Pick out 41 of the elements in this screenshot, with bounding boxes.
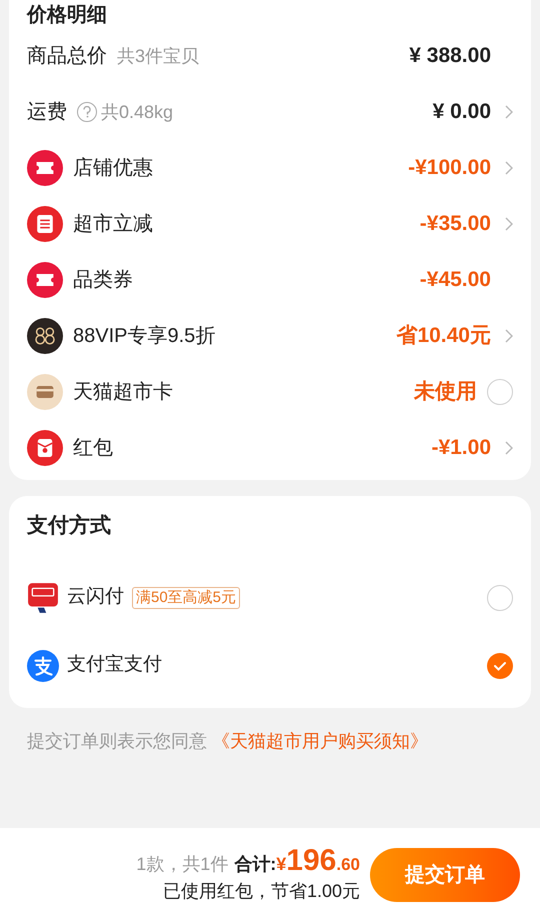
row-label: 天猫超市卡 xyxy=(73,380,173,405)
amount: -¥100.00 xyxy=(408,155,491,182)
amount: -¥35.00 xyxy=(420,211,491,238)
payment-method-name: 云闪付 xyxy=(67,585,124,610)
radio-button[interactable] xyxy=(487,584,513,610)
section-title: 支付方式 xyxy=(27,512,112,539)
card-icon xyxy=(27,374,63,410)
row-note: 共0.48kg xyxy=(101,100,174,124)
promo-tag: 满50至高减5元 xyxy=(132,586,240,608)
row-label: 88VIP专享9.5折 xyxy=(73,324,216,349)
radio-button[interactable] xyxy=(487,652,513,678)
row-label: 运费 xyxy=(27,100,67,125)
row-label: 品类券 xyxy=(73,268,133,293)
ticket-icon xyxy=(27,262,63,298)
envelope-icon xyxy=(27,430,63,466)
payment-method-name: 支付宝支付 xyxy=(67,653,162,678)
agreement-text: 提交订单则表示您同意 《天猫超市用户购买须知》 xyxy=(27,730,430,752)
vip-badge-icon xyxy=(27,318,63,354)
radio-button[interactable] xyxy=(487,379,513,405)
help-icon[interactable] xyxy=(77,102,97,122)
amount: -¥45.00 xyxy=(420,267,491,294)
amount: -¥1.00 xyxy=(431,435,491,462)
amount: 省10.40元 xyxy=(396,323,491,350)
alipay-icon xyxy=(27,650,59,682)
amount: ¥ 388.00 xyxy=(409,43,491,70)
amount: 未使用 xyxy=(414,379,477,406)
item-count: 1款，共1件 xyxy=(136,852,228,876)
payment-app-icon xyxy=(27,582,59,614)
coupon-icon xyxy=(27,206,63,242)
total-price: 合计:¥196.60 xyxy=(234,844,360,878)
row-note: 共3件宝贝 xyxy=(117,44,200,68)
amount: ¥ 0.00 xyxy=(432,99,491,126)
ticket-icon xyxy=(27,150,63,186)
submit-order-button[interactable]: 提交订单 xyxy=(370,848,520,902)
section-title: 价格明细 xyxy=(27,3,108,28)
row-label: 超市立减 xyxy=(73,212,153,237)
agreement-link[interactable]: 《天猫超市用户购买须知》 xyxy=(212,730,428,750)
row-label: 红包 xyxy=(73,436,113,461)
row-label: 店铺优惠 xyxy=(73,156,153,181)
row-label: 商品总价 xyxy=(27,44,107,69)
savings-note: 已使用红包，节省1.00元 xyxy=(162,880,360,902)
